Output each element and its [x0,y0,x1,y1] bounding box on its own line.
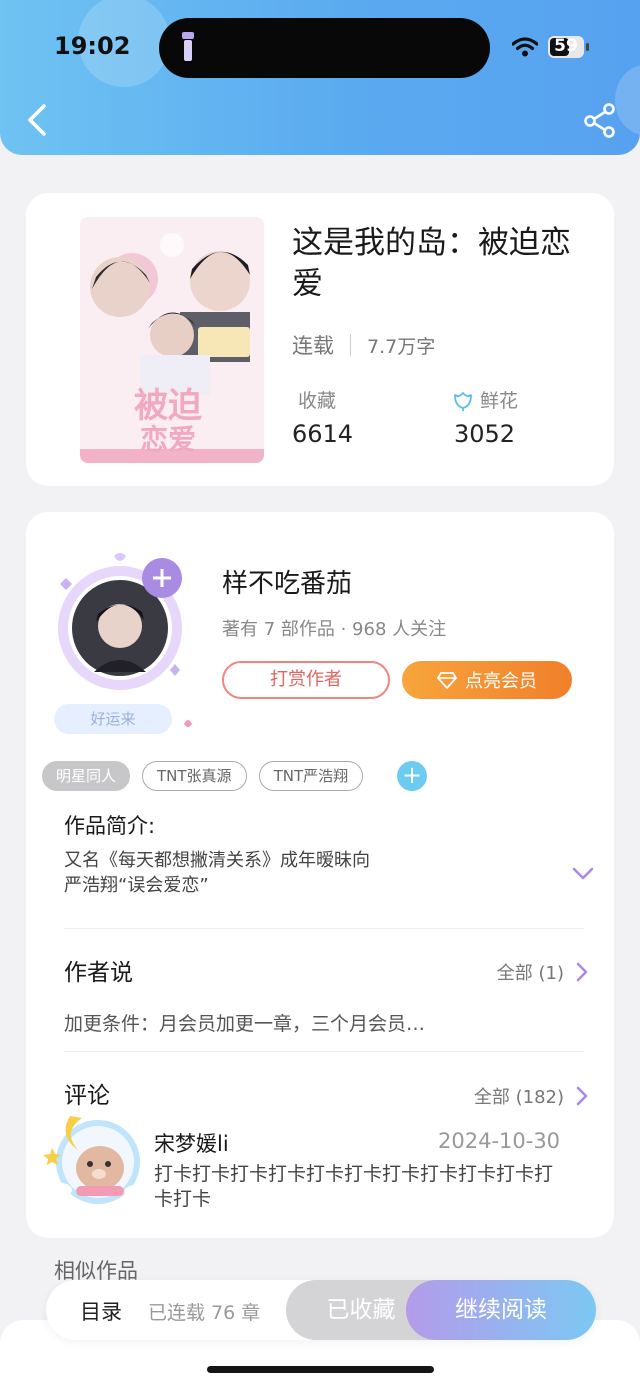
author-says-all-link[interactable]: 全部 (1) [497,959,588,985]
comment-date: 2024-10-30 [438,1129,561,1153]
svg-text:被迫: 被迫 [134,386,202,426]
collected-label: 已收藏 [326,1297,396,1323]
comment-user[interactable]: 宋梦媛li [154,1128,229,1158]
author-name[interactable]: 样不吃番茄 [222,563,352,600]
app-header: 19:02 59 [0,0,640,155]
favorites-label: 收藏 [298,390,337,412]
flowers-label: 鲜花 [480,390,519,412]
intro-text[interactable]: 又名《每天都想撇清关系》成年暧昧向 严浩翔“误会爱恋” [64,848,504,898]
serial-status: 连载 [292,334,334,358]
comments-all-link[interactable]: 全部 (182) [474,1083,588,1109]
tag-item[interactable]: 明星同人 [42,761,131,791]
toc-button[interactable]: 目录 [80,1296,122,1326]
author-says-title: 作者说 [64,960,133,986]
section-divider [64,1051,584,1052]
status-time: 19:02 [54,32,131,60]
comment-text[interactable]: 打卡打卡打卡打卡打卡打卡打卡打卡打卡打卡打卡打卡 [154,1162,564,1212]
commenter-avatar-image [40,1116,156,1204]
cover-illustration: 被迫 恋爱 [80,217,264,463]
book-cover[interactable]: 被迫 恋爱 [80,217,264,463]
flowers-count: 3052 [454,420,516,448]
status-icons: 59 [512,34,589,60]
battery-cap [586,43,589,51]
vip-button[interactable]: 点亮会员 [402,661,572,699]
comments-all-label: 全部 (182) [473,1087,564,1108]
details-card: 好运来 样不吃番茄 著有 7 部作品 · 968 人关注 打赏作者 点亮会员 明… [26,512,614,1238]
word-count: 7.7万字 [367,335,436,358]
share-button[interactable] [582,102,618,138]
intro-title: 作品简介: [64,814,156,838]
book-title: 这是我的岛：被迫恋爱 [292,225,571,302]
back-button[interactable] [22,102,52,138]
diamond-icon [437,671,457,689]
svg-text:恋爱: 恋爱 [140,423,196,456]
flashlight-icon [182,32,194,61]
dynamic-island [159,18,490,78]
author-says-all-label: 全部 (1) [496,963,564,984]
wifi-icon [512,37,538,57]
flower-icon [454,391,472,411]
chevron-right-icon [576,1086,588,1106]
favorites-count: 6614 [292,420,354,448]
bottom-action-bar: 目录 已连载 76 章 已收藏 继续阅读 [46,1280,596,1340]
intro-line-1: 又名《每天都想撇清关系》成年暧昧向 [64,850,370,871]
tag-item[interactable]: TNT张真源 [142,761,247,791]
add-tag-button[interactable]: + [397,761,428,791]
author-says-text[interactable]: 加更条件：月会员加更一章，三个月会员… [64,1009,425,1036]
home-indicator[interactable] [207,1366,434,1373]
book-meta: 连载 7.7万字 [292,330,435,360]
battery-level: 59 [554,36,578,56]
flowers-stat[interactable]: 鲜花 [452,386,518,413]
vip-label: 点亮会员 [465,671,537,692]
commenter-avatar[interactable] [40,1102,156,1212]
reward-author-button[interactable]: 打赏作者 [222,661,390,699]
section-divider [64,928,584,929]
chapter-count: 已连载 76 章 [148,1302,261,1324]
author-stats: 著有 7 部作品 · 968 人关注 [222,619,447,640]
meta-divider [350,334,351,356]
chevron-right-icon [576,962,588,982]
author-avatar[interactable]: 好运来 [54,548,204,738]
continue-reading-button[interactable]: 继续阅读 [406,1280,596,1340]
intro-line-2: 严浩翔“误会爱恋” [64,875,209,896]
tag-item[interactable]: TNT严浩翔 [258,761,364,791]
author-badge: 好运来 [90,710,136,728]
battery-icon: 59 [548,36,584,58]
expand-chevron-icon[interactable] [572,867,594,881]
tag-list: 明星同人 TNT张真源 TNT严浩翔 + [42,761,428,791]
book-info-card: 被迫 恋爱 这是我的岛：被迫恋爱 连载 7.7万字 收藏 6614 鲜花 305… [26,193,614,486]
header-decoration [615,65,640,135]
